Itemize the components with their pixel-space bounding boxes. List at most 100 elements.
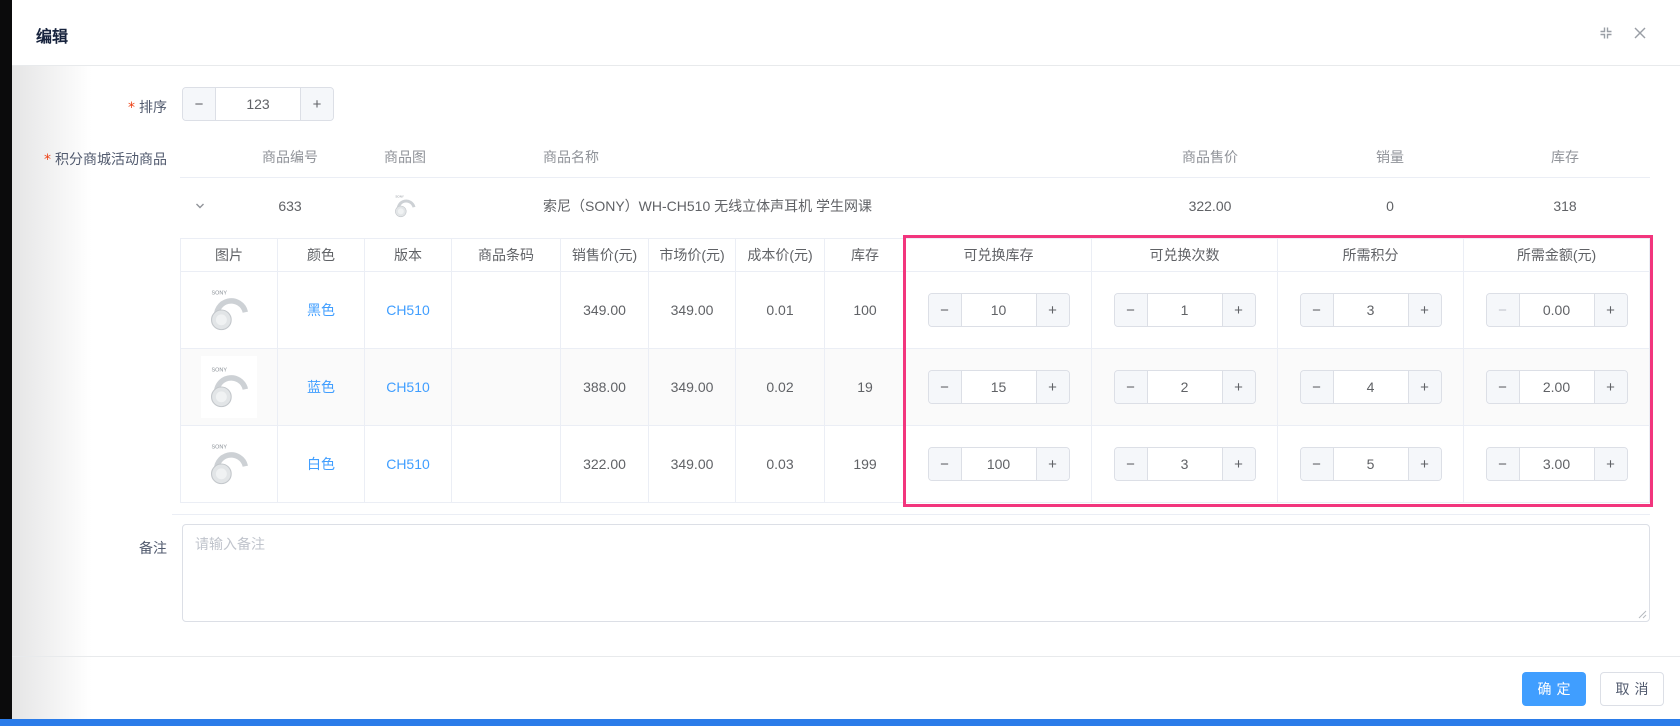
exchange-stock-input[interactable]: 15 <box>962 371 1036 403</box>
expand-row-icon[interactable] <box>180 199 220 213</box>
decrease-button[interactable]: − <box>1301 371 1334 403</box>
sort-stepper[interactable]: − 123 + <box>182 87 334 121</box>
amount-input[interactable]: 3.00 <box>1520 448 1594 480</box>
col-market-price: 市场价(元) <box>649 239 736 272</box>
points-stepper[interactable]: − 4 + <box>1300 370 1442 404</box>
sku-version-link[interactable]: CH510 <box>365 426 452 503</box>
exchange-times-input[interactable]: 1 <box>1148 294 1222 326</box>
table-bottom-divider <box>172 514 1650 515</box>
points-stepper[interactable]: − 3 + <box>1300 293 1442 327</box>
remark-label: 备注 <box>0 538 167 558</box>
decrease-button[interactable]: − <box>183 88 216 120</box>
decrease-button[interactable]: − <box>1487 294 1520 326</box>
exchange-times-stepper[interactable]: − 2 + <box>1114 370 1256 404</box>
product-stock: 318 <box>1480 198 1650 214</box>
decrease-button[interactable]: − <box>1301 294 1334 326</box>
col-barcode: 商品条码 <box>452 239 561 272</box>
required-asterisk: * <box>128 100 135 116</box>
exchange-stock-input[interactable]: 10 <box>962 294 1036 326</box>
increase-button[interactable]: + <box>1594 294 1627 326</box>
increase-button[interactable]: + <box>1036 448 1069 480</box>
amount-stepper[interactable]: − 2.00 + <box>1486 370 1628 404</box>
increase-button[interactable]: + <box>300 88 333 120</box>
exchange-times-stepper[interactable]: − 1 + <box>1114 293 1256 327</box>
points-input[interactable]: 3 <box>1334 294 1408 326</box>
col-product-stock: 库存 <box>1480 147 1650 167</box>
exchange-times-stepper[interactable]: − 3 + <box>1114 447 1256 481</box>
col-stock: 库存 <box>825 239 906 272</box>
decrease-button[interactable]: − <box>1487 371 1520 403</box>
sku-barcode <box>452 349 561 426</box>
modal-header: 编辑 <box>12 0 1680 66</box>
sku-color-link[interactable]: 黑色 <box>278 272 365 349</box>
sku-row: 黑色 CH510 349.00 349.00 0.01 100 − 10 + −… <box>180 272 1650 349</box>
amount-input[interactable]: 0.00 <box>1520 294 1594 326</box>
amount-stepper[interactable]: − 0.00 + <box>1486 293 1628 327</box>
col-product-price: 商品售价 <box>1120 147 1300 167</box>
points-stepper[interactable]: − 5 + <box>1300 447 1442 481</box>
increase-button[interactable]: + <box>1408 294 1441 326</box>
col-exchange-stock: 可兑换库存 <box>906 239 1092 272</box>
sku-market-price: 349.00 <box>649 272 736 349</box>
collapse-fullscreen-icon[interactable] <box>1598 25 1614 41</box>
product-sales: 0 <box>1300 198 1480 214</box>
increase-button[interactable]: + <box>1222 448 1255 480</box>
exchange-times-input[interactable]: 3 <box>1148 448 1222 480</box>
sort-input[interactable]: 123 <box>216 88 300 120</box>
sku-barcode <box>452 426 561 503</box>
increase-button[interactable]: + <box>1222 294 1255 326</box>
exchange-stock-stepper[interactable]: − 100 + <box>928 447 1070 481</box>
amount-stepper[interactable]: − 3.00 + <box>1486 447 1628 481</box>
decrease-button[interactable]: − <box>929 294 962 326</box>
cancel-button[interactable]: 取消 <box>1600 672 1664 706</box>
sku-image <box>180 272 278 349</box>
sku-color-link[interactable]: 白色 <box>278 426 365 503</box>
exchange-stock-stepper[interactable]: − 10 + <box>928 293 1070 327</box>
exchange-stock-input[interactable]: 100 <box>962 448 1036 480</box>
sku-cost-price: 0.03 <box>736 426 825 503</box>
exchange-times-input[interactable]: 2 <box>1148 371 1222 403</box>
increase-button[interactable]: + <box>1594 371 1627 403</box>
confirm-button[interactable]: 确定 <box>1522 672 1586 706</box>
decrease-button[interactable]: − <box>1487 448 1520 480</box>
decrease-button[interactable]: − <box>1115 371 1148 403</box>
sku-stock: 199 <box>825 426 906 503</box>
decrease-button[interactable]: − <box>929 371 962 403</box>
sku-stock: 100 <box>825 272 906 349</box>
points-input[interactable]: 5 <box>1334 448 1408 480</box>
decrease-button[interactable]: − <box>1115 294 1148 326</box>
increase-button[interactable]: + <box>1036 371 1069 403</box>
col-points: 所需积分 <box>1278 239 1464 272</box>
decrease-button[interactable]: − <box>929 448 962 480</box>
amount-input[interactable]: 2.00 <box>1520 371 1594 403</box>
col-image: 图片 <box>180 239 278 272</box>
increase-button[interactable]: + <box>1408 448 1441 480</box>
decrease-button[interactable]: − <box>1115 448 1148 480</box>
increase-button[interactable]: + <box>1408 371 1441 403</box>
increase-button[interactable]: + <box>1594 448 1627 480</box>
sku-version-link[interactable]: CH510 <box>365 272 452 349</box>
sku-stock: 19 <box>825 349 906 426</box>
col-exchange-times: 可兑换次数 <box>1092 239 1278 272</box>
close-icon[interactable] <box>1632 25 1648 41</box>
increase-button[interactable]: + <box>1036 294 1069 326</box>
product-table-header: 商品编号 商品图 商品名称 商品售价 销量 库存 <box>180 136 1650 178</box>
points-input[interactable]: 4 <box>1334 371 1408 403</box>
sku-version-link[interactable]: CH510 <box>365 349 452 426</box>
product-row: 633 索尼（SONY）WH-CH510 无线立体声耳机 学生网课 322.00… <box>180 178 1650 234</box>
sku-sale-price: 349.00 <box>561 272 649 349</box>
exchange-stock-stepper[interactable]: − 15 + <box>928 370 1070 404</box>
resize-grip-icon[interactable] <box>1637 609 1647 619</box>
sku-sale-price: 322.00 <box>561 426 649 503</box>
increase-button[interactable]: + <box>1222 371 1255 403</box>
sku-table: 图片 颜色 版本 商品条码 销售价(元) 市场价(元) 成本价(元) 库存 可兑… <box>180 238 1650 503</box>
remark-textarea[interactable] <box>183 525 1649 621</box>
footer-divider <box>12 656 1680 657</box>
col-product-code: 商品编号 <box>220 147 360 167</box>
sku-color-link[interactable]: 蓝色 <box>278 349 365 426</box>
decrease-button[interactable]: − <box>1301 448 1334 480</box>
col-cost-price: 成本价(元) <box>736 239 825 272</box>
sku-row: 蓝色 CH510 388.00 349.00 0.02 19 − 15 + − … <box>180 349 1650 426</box>
sku-sale-price: 388.00 <box>561 349 649 426</box>
product-code: 633 <box>220 198 360 214</box>
